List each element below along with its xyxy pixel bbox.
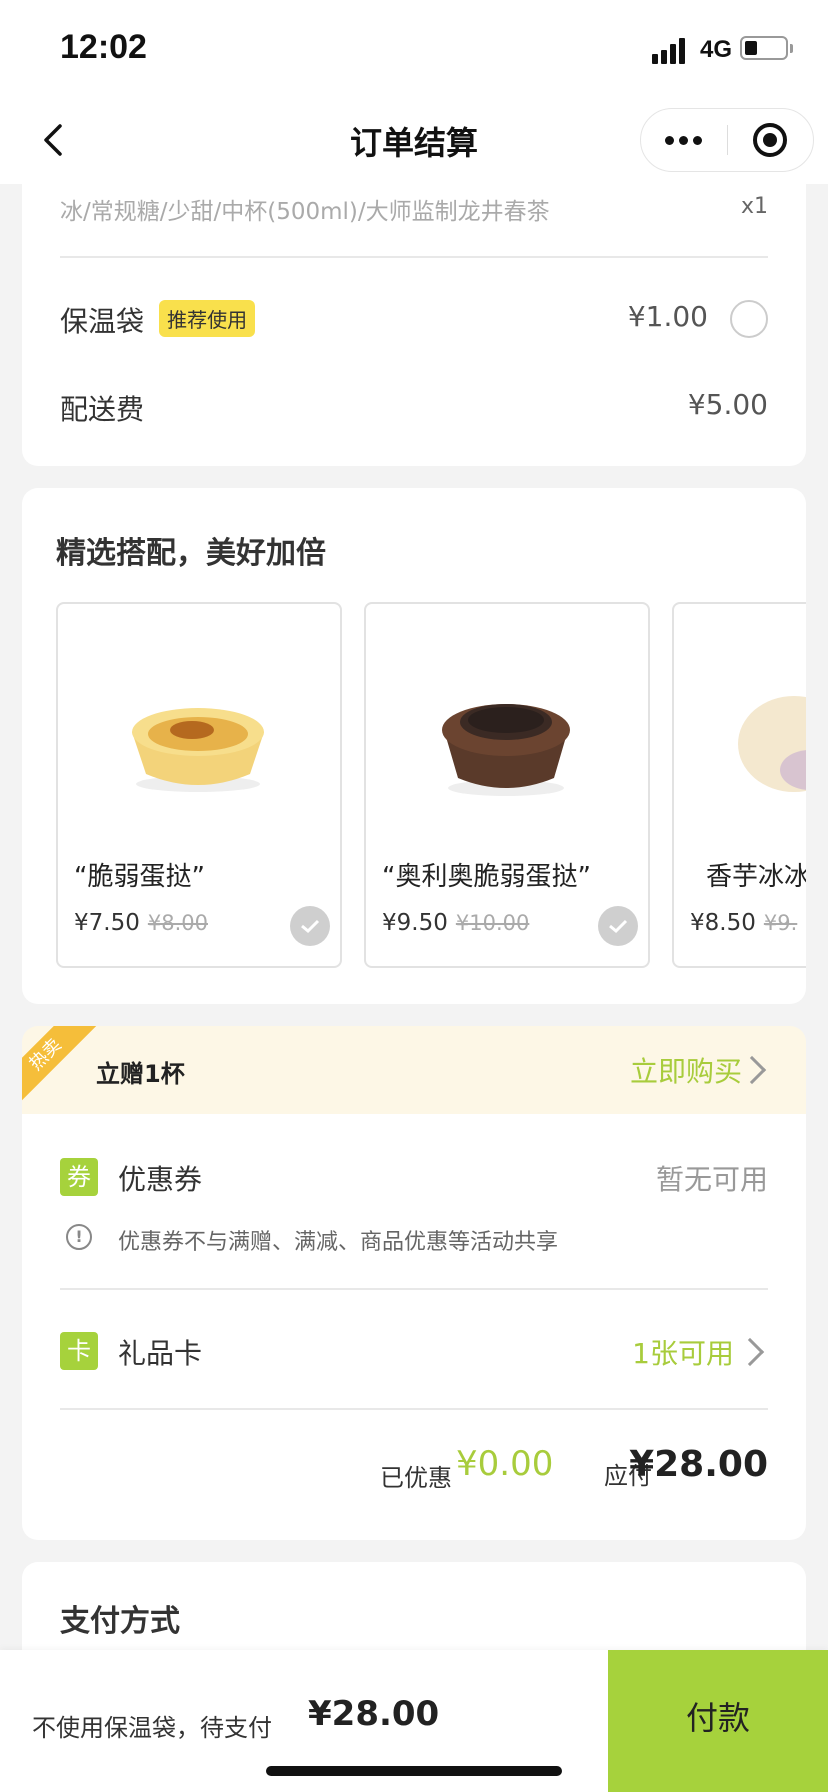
product-original-price: ¥9. (763, 911, 798, 935)
check-icon[interactable] (290, 906, 330, 946)
product-card[interactable]: “奥利奥脆弱蛋挞” ¥9.50 ¥10.00 (364, 602, 650, 968)
product-price: ¥7.50 ¥8.00 (74, 910, 208, 936)
payment-title: 支付方式 (60, 1604, 180, 1639)
combo-card: 精选搭配，美好加倍 “脆弱蛋挞” ¥7.50 ¥8.00 “奥利奥脆弱蛋挞” ¥9… (22, 488, 806, 1004)
signal-icon (652, 36, 694, 64)
product-card[interactable]: “脆弱蛋挞” ¥7.50 ¥8.00 (56, 602, 342, 968)
nav-bar: 订单结算 (0, 96, 828, 184)
egg-tart-image (132, 708, 264, 792)
coupon-status: 暂无可用 (655, 1163, 768, 1196)
promo-title: 立赠1杯 (96, 1060, 185, 1088)
promo-banner[interactable]: 热卖 立赠1杯 立即购买 (22, 1026, 806, 1114)
mini-program-capsule (640, 108, 814, 172)
saved-label: 已优惠 (380, 1464, 452, 1492)
payable-value: ¥28.00 (629, 1444, 768, 1485)
delivery-label: 配送费 (60, 393, 145, 426)
order-spec: 冰/常规糖/少甜/中杯(500ml)/大师监制龙井春茶 (60, 199, 550, 225)
checkout-summary: 不使用保温袋，待支付 (32, 1714, 272, 1742)
product-current-price: ¥8.50 (690, 910, 756, 936)
buy-now-link[interactable]: 立即购买 (630, 1050, 742, 1090)
product-price: ¥9.50 ¥10.00 (382, 910, 529, 936)
checkout-total: ¥28.00 (308, 1694, 440, 1734)
totals-row: 已优惠 ¥0.00 应付 ¥28.00 (60, 1444, 768, 1492)
home-indicator (266, 1766, 562, 1776)
recommend-tag: 推荐使用 (159, 300, 256, 337)
bag-label: 保温袋 (60, 305, 145, 338)
pay-button[interactable]: 付款 (608, 1650, 828, 1792)
more-icon[interactable] (641, 109, 727, 171)
delivery-price: ¥5.00 (687, 388, 768, 421)
hot-ribbon: 热卖 (22, 1026, 100, 1109)
divider (60, 1288, 768, 1290)
giftcard-status: 1张可用 (632, 1337, 734, 1370)
order-card: 冰/常规糖/少甜/中杯(500ml)/大师监制龙井春茶 x1 保温袋 推荐使用 … (22, 150, 806, 466)
oreo-tart-image (442, 704, 570, 796)
taro-pastry-image (738, 696, 806, 792)
chevron-right-icon (737, 1055, 767, 1085)
bag-row[interactable]: 保温袋 推荐使用 ¥1.00 (60, 300, 768, 348)
product-name: “脆弱蛋挞” (74, 862, 205, 892)
divider (60, 256, 768, 258)
product-card[interactable]: 香芋冰冰 ¥8.50 ¥9. (672, 602, 806, 968)
product-price: ¥8.50 ¥9. (690, 910, 797, 936)
product-original-price: ¥8.00 (147, 911, 208, 935)
product-name: 香芋冰冰 (706, 862, 806, 892)
chevron-right-icon (735, 1337, 765, 1367)
giftcard-row[interactable]: 卡 礼品卡 1张可用 (60, 1332, 768, 1376)
status-time: 12:02 (60, 28, 147, 66)
bag-radio[interactable] (730, 300, 768, 338)
coupon-icon: 券 (60, 1158, 98, 1196)
bag-price: ¥1.00 (627, 300, 708, 333)
product-current-price: ¥9.50 (382, 910, 448, 936)
order-qty: x1 (740, 194, 768, 219)
giftcard-label: 礼品卡 (118, 1337, 203, 1370)
coupon-note: 优惠券不与满赠、满减、商品优惠等活动共享 (118, 1230, 559, 1255)
discount-card: 券 优惠券 暂无可用 ! 优惠券不与满赠、满减、商品优惠等活动共享 卡 礼品卡 … (22, 1114, 806, 1540)
coupon-label: 优惠券 (118, 1163, 203, 1196)
status-bar: 12:02 4G (0, 0, 828, 96)
product-current-price: ¥7.50 (74, 910, 140, 936)
capsule-divider (727, 125, 728, 155)
divider (60, 1408, 768, 1410)
check-icon[interactable] (598, 906, 638, 946)
product-original-price: ¥10.00 (455, 911, 530, 935)
battery-icon (740, 36, 793, 60)
saved-value: ¥0.00 (456, 1444, 554, 1484)
info-icon: ! (66, 1224, 92, 1250)
network-label: 4G (700, 36, 733, 63)
delivery-row: 配送费 ¥5.00 (60, 388, 768, 428)
close-target-icon[interactable] (753, 123, 787, 157)
product-name: “奥利奥脆弱蛋挞” (382, 862, 591, 892)
giftcard-icon: 卡 (60, 1332, 98, 1370)
coupon-note-row: ! 优惠券不与满赠、满减、商品优惠等活动共享 (60, 1220, 768, 1256)
coupon-row[interactable]: 券 优惠券 暂无可用 (60, 1156, 768, 1200)
combo-title: 精选搭配，美好加倍 (56, 536, 326, 571)
